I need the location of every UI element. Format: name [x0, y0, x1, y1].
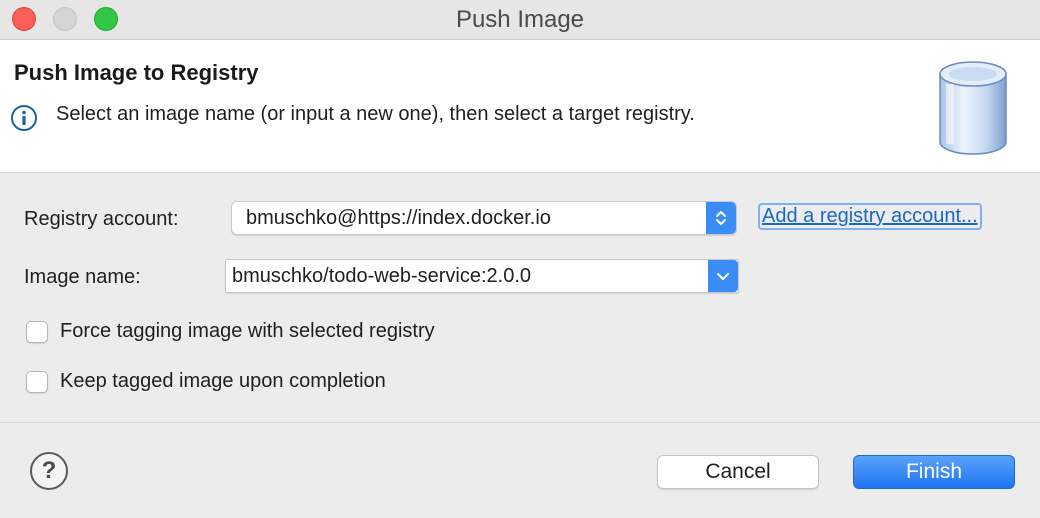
registry-account-value: bmuschko@https://index.docker.io [246, 207, 551, 229]
dialog-header: Push Image to Registry Select an image n… [0, 40, 1040, 173]
image-name-value: bmuschko/todo-web-service:2.0.0 [232, 265, 532, 287]
add-registry-account-link[interactable]: Add a registry account... [758, 203, 982, 230]
registry-account-select[interactable]: bmuschko@https://index.docker.io [231, 201, 737, 235]
select-arrows-icon [706, 202, 736, 234]
header-description: Select an image name (or input a new one… [56, 103, 695, 125]
push-image-dialog: Push Image Push Image to Registry Select… [0, 0, 1040, 518]
page-title: Push Image to Registry [14, 60, 259, 85]
question-icon[interactable]: ? [30, 452, 68, 490]
finish-button[interactable]: Finish [853, 455, 1015, 489]
force-tagging-checkbox[interactable] [26, 321, 48, 343]
force-tagging-label[interactable]: Force tagging image with selected regist… [60, 320, 435, 343]
keep-tagged-label[interactable]: Keep tagged image upon completion [60, 370, 386, 393]
registry-account-label: Registry account: [24, 208, 179, 230]
image-name-label: Image name: [24, 266, 141, 288]
window-title: Push Image [455, 6, 585, 33]
database-icon [939, 61, 1007, 155]
footer-divider [0, 422, 1040, 423]
image-name-combobox[interactable]: bmuschko/todo-web-service:2.0.0 [225, 259, 739, 293]
keep-tagged-checkbox[interactable] [26, 371, 48, 393]
chevron-down-icon[interactable] [708, 260, 738, 292]
cancel-button[interactable]: Cancel [657, 455, 819, 489]
title-bar: Push Image [0, 0, 1040, 40]
info-icon [11, 105, 37, 131]
